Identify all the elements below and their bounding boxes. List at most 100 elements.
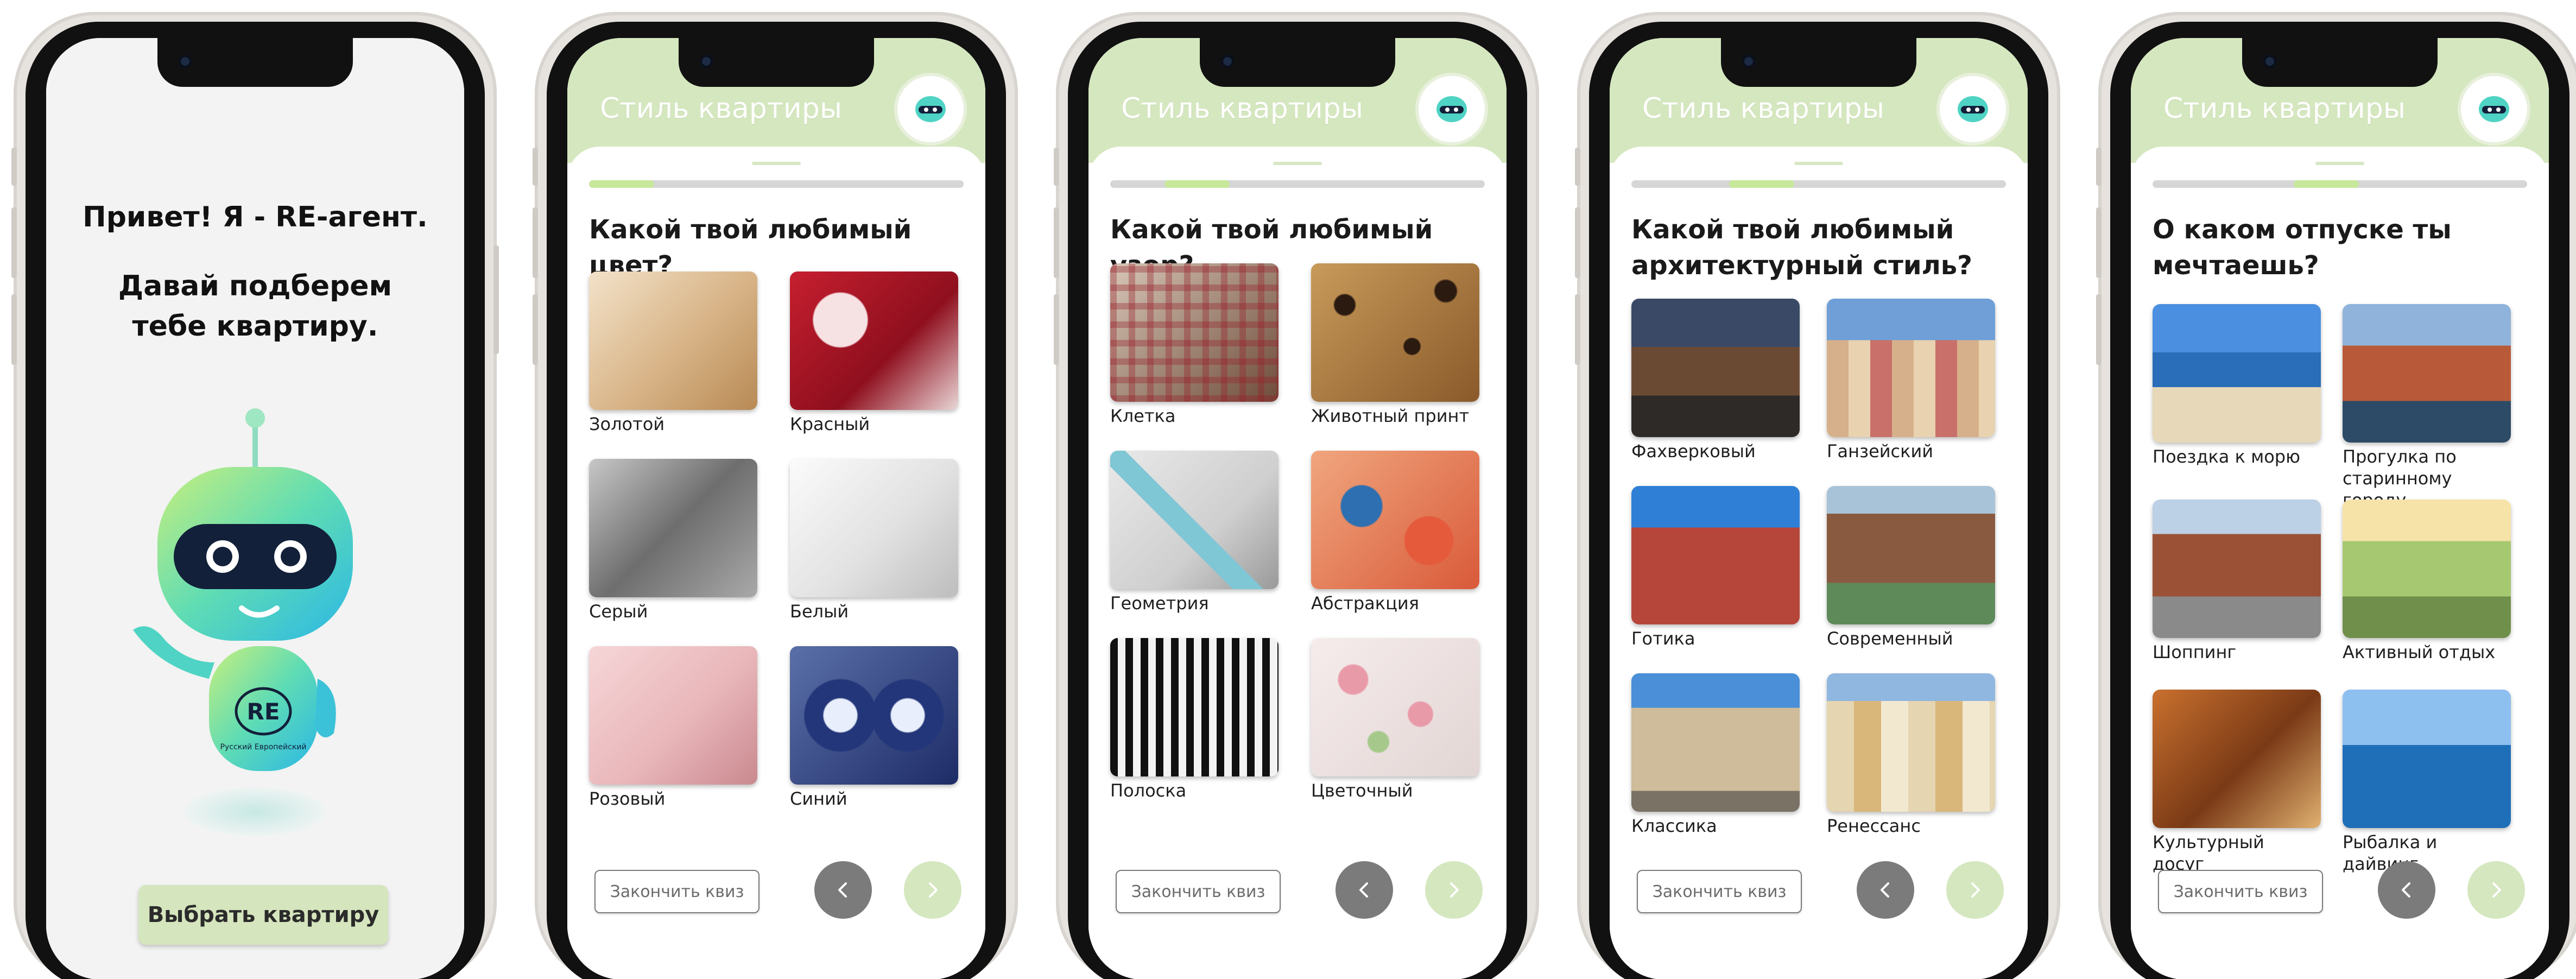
option-card[interactable]: Клетка: [1110, 263, 1278, 427]
screen: Стиль квартиры О каком отпуске ты мечтае…: [2131, 38, 2549, 979]
choose-apartment-button[interactable]: Выбрать квартиру: [138, 885, 388, 945]
side-button: [11, 294, 17, 365]
option-card[interactable]: Красный: [790, 271, 958, 435]
header-title: Стиль квартиры: [1642, 92, 1884, 125]
next-button[interactable]: [2467, 861, 2525, 919]
robot-avatar-icon: [1436, 96, 1467, 122]
chevron-right-icon: [929, 882, 938, 898]
option-card[interactable]: Готика: [1631, 486, 1800, 649]
finish-quiz-button[interactable]: Закончить квиз: [1637, 870, 1802, 913]
option-card[interactable]: Геометрия: [1110, 451, 1278, 614]
welcome-screen: Привет! Я - RE-агент. Давай подберем теб…: [46, 38, 464, 979]
quiz-card: О каком отпуске ты мечтаешь? Поездка к м…: [2131, 147, 2549, 979]
sheet-handle: [1794, 162, 1843, 165]
option-card[interactable]: Цветочный: [1311, 638, 1479, 801]
option-card[interactable]: Рыбалка и дайвинг: [2343, 690, 2511, 875]
agent-avatar[interactable]: [1419, 76, 1485, 142]
option-label: Шоппинг: [2153, 642, 2237, 662]
phone-notch: [679, 38, 874, 87]
option-label: Поездка к морю: [2153, 446, 2301, 467]
next-button[interactable]: [904, 861, 961, 919]
vacation-photo: [2343, 500, 2511, 638]
option-label: Готика: [1631, 628, 1695, 649]
option-card[interactable]: Шоппинг: [2153, 500, 2321, 663]
quiz-screen: Стиль квартиры Какой твой любимый: [567, 38, 985, 979]
phone-notch: [2242, 38, 2438, 87]
progress-fill: [1164, 180, 1230, 188]
option-card[interactable]: Ганзейский: [1827, 299, 1995, 462]
previous-button[interactable]: [814, 861, 872, 919]
offer-text: Давай подберем тебе квартиру.: [46, 266, 464, 346]
screen: Стиль квартиры Какой твой любимый: [1610, 38, 2028, 979]
option-card[interactable]: Золотой: [589, 271, 757, 435]
chevron-right-icon: [1971, 882, 1980, 898]
finish-quiz-button[interactable]: Закончить квиз: [594, 870, 759, 913]
finish-quiz-button[interactable]: Закончить квиз: [1116, 870, 1281, 913]
quiz-card: Какой твой любимый узор? Клетка Животный…: [1088, 147, 1507, 979]
chevron-left-icon: [2402, 882, 2410, 898]
option-label: Геометрия: [1110, 593, 1209, 614]
option-card[interactable]: Розовый: [589, 646, 757, 810]
screen: Стиль квартиры Какой твой любимый: [567, 38, 985, 979]
interior-photo: [1110, 451, 1278, 589]
finish-quiz-button[interactable]: Закончить квиз: [2158, 870, 2323, 913]
progress-fill: [589, 180, 654, 188]
previous-button[interactable]: [2378, 861, 2435, 919]
robot-avatar-icon: [1958, 96, 1988, 122]
agent-avatar[interactable]: [897, 76, 964, 142]
option-card[interactable]: Классика: [1631, 673, 1800, 837]
sheet-handle: [752, 162, 801, 165]
option-label: Ганзейский: [1827, 441, 1934, 462]
option-label: Розовый: [589, 788, 666, 809]
building-photo: [1827, 673, 1995, 812]
interior-photo: [1311, 638, 1479, 776]
option-card[interactable]: Ренессанс: [1827, 673, 1995, 837]
chevron-left-icon: [1359, 882, 1368, 898]
quiz-progress-bar: [589, 180, 964, 188]
progress-fill: [2294, 180, 2359, 188]
next-button[interactable]: [1425, 861, 1483, 919]
side-button: [533, 207, 538, 278]
chevron-left-icon: [838, 882, 847, 898]
option-label: Белый: [790, 601, 849, 622]
option-card[interactable]: Белый: [790, 459, 958, 622]
offer-line: тебе квартиру.: [132, 310, 378, 343]
side-button: [11, 207, 17, 278]
phone-notch: [157, 38, 353, 87]
side-button: [1575, 294, 1580, 365]
side-button: [1575, 148, 1580, 186]
quiz-card: Какой твой любимый архитектурный стиль? …: [1610, 147, 2028, 979]
agent-avatar[interactable]: [2461, 76, 2527, 142]
option-card[interactable]: Прогулка по старинному городу: [2343, 304, 2511, 511]
option-card[interactable]: Активный отдых: [2343, 500, 2511, 663]
cushion-photo: [790, 459, 958, 597]
option-card[interactable]: Культурный досуг: [2153, 690, 2321, 875]
option-card[interactable]: Серый: [589, 459, 757, 622]
vacation-photo: [2153, 500, 2321, 638]
screen: Привет! Я - RE-агент. Давай подберем теб…: [46, 38, 464, 979]
agent-avatar[interactable]: [1940, 76, 2006, 142]
option-card[interactable]: Поездка к морю: [2153, 304, 2321, 468]
camera-icon: [699, 54, 713, 68]
offer-line: Давай подберем: [118, 270, 393, 302]
option-card[interactable]: Животный принт: [1311, 263, 1479, 427]
side-button: [533, 148, 538, 186]
quiz-screen: Стиль квартиры Какой твой любимый: [1610, 38, 2028, 979]
next-button[interactable]: [1946, 861, 2004, 919]
cushion-photo: [790, 271, 958, 410]
quiz-progress-bar: [2153, 180, 2527, 188]
option-card[interactable]: Современный: [1827, 486, 1995, 649]
interior-photo: [1311, 263, 1479, 402]
previous-button[interactable]: [1336, 861, 1393, 919]
quiz-progress-bar: [1631, 180, 2006, 188]
option-card[interactable]: Синий: [790, 646, 958, 810]
side-button: [1054, 207, 1059, 278]
option-card[interactable]: Полоска: [1110, 638, 1278, 801]
option-label: Фахверковый: [1631, 441, 1756, 462]
option-card[interactable]: Абстракция: [1311, 451, 1479, 614]
side-button: [1575, 207, 1580, 278]
side-button: [533, 294, 538, 365]
previous-button[interactable]: [1857, 861, 1914, 919]
option-card[interactable]: Фахверковый: [1631, 299, 1800, 462]
camera-icon: [2263, 54, 2277, 68]
